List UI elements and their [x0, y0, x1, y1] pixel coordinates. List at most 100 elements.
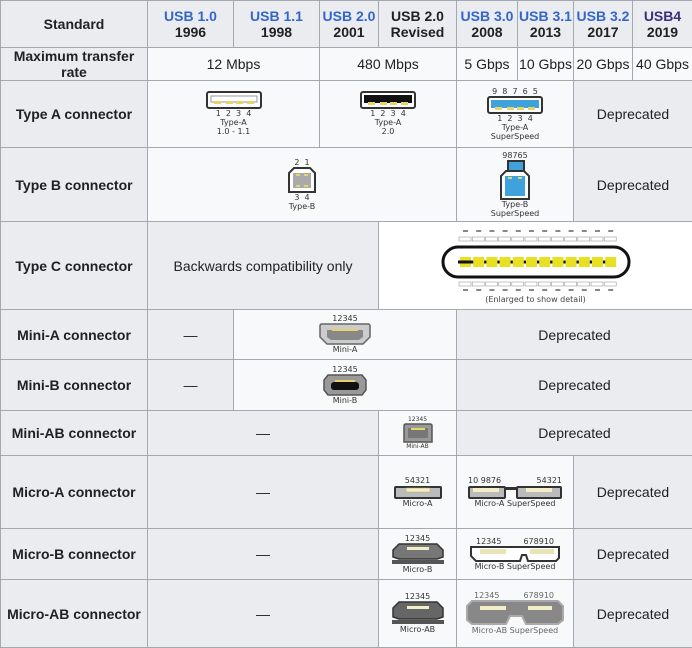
- connector-name: Type-A: [487, 123, 543, 132]
- status-deprecated: Deprecated: [457, 411, 692, 456]
- connector-sub: 2.0: [360, 127, 416, 136]
- type-c-pin-id-top: [595, 230, 600, 232]
- type-c-pin: [605, 257, 616, 267]
- pin-numbers: 12345: [391, 592, 445, 601]
- connector-name: Mini-A: [319, 345, 371, 354]
- rate-usb2: 480 Mbps: [320, 48, 457, 81]
- type-c-pin-label-top: [485, 237, 497, 241]
- type-c-pin-label-top: [551, 237, 563, 241]
- type-c-pin-id-bottom: [581, 289, 586, 291]
- row-label: Mini-A connector: [1, 310, 148, 360]
- type-c-pin: [512, 257, 523, 267]
- year: 1996: [148, 24, 233, 40]
- type-c-pin: [473, 257, 484, 267]
- row-label: Type B connector: [1, 148, 148, 222]
- pin-numbers-top: 98765: [491, 151, 540, 160]
- row-label: Micro-B connector: [1, 529, 148, 580]
- type-a-superspeed-figure-cell: 9 8 7 6 5 1 2 3 4 Type-A SuperSpeed: [457, 81, 574, 148]
- type-c-pin-label-bottom: [564, 282, 576, 286]
- mini-ab-row: Mini-AB connector — 12345 Mini-AB Deprec…: [1, 411, 692, 456]
- usb4-link[interactable]: USB4: [633, 8, 692, 24]
- row-label: Mini-B connector: [1, 360, 148, 411]
- type-c-pin-label-bottom: [604, 282, 616, 286]
- not-applicable-dash: —: [148, 529, 379, 580]
- connector-sub: SuperSpeed: [491, 209, 540, 218]
- header-row: Standard USB 1.0 1996 USB 1.1 1998 USB 2…: [1, 1, 692, 48]
- usb-1-0-link[interactable]: USB 1.0: [148, 8, 233, 24]
- type-c-pin-label-top: [472, 237, 484, 241]
- pin-numbers: 1 2 3 4: [360, 109, 416, 118]
- type-a-superspeed-connector-figure: 9 8 7 6 5 1 2 3 4 Type-A SuperSpeed: [487, 87, 543, 141]
- type-c-pin-id-top: [515, 230, 520, 232]
- micro-b-figure-cell: 12345 Micro-B: [379, 529, 457, 580]
- type-c-pin-id-bottom: [568, 289, 573, 291]
- type-c-pin: [499, 257, 510, 267]
- type-c-pin-id-bottom: [608, 289, 613, 291]
- not-applicable-dash: —: [148, 360, 234, 411]
- type-a-connector-icon: [360, 91, 416, 109]
- type-b-figure-cell: 2 1 3 4 Type-B: [148, 148, 457, 222]
- type-c-pin-id-top: [476, 230, 481, 232]
- rate-usb1: 12 Mbps: [148, 48, 320, 81]
- mini-b-figure-cell: 12345 Mini-B: [234, 360, 457, 411]
- pin-numbers: 10 9876 54321: [468, 476, 562, 485]
- type-c-pin-label-bottom: [485, 282, 497, 286]
- type-c-pin-id-bottom: [489, 289, 494, 291]
- type-a-1-connector-figure: 1 2 3 4 Type-A 1.0 - 1.1: [206, 91, 262, 136]
- micro-a-row: Micro-A connector — 54321 Micro-A 10 987…: [1, 456, 692, 529]
- connector-name: Mini-AB: [403, 443, 433, 450]
- pin-numbers-right: 678910: [523, 591, 554, 600]
- type-c-pin-id-top: [581, 230, 586, 232]
- type-c-pin-id-top: [542, 230, 547, 232]
- connector-sub: 1.0 - 1.1: [206, 127, 262, 136]
- status-deprecated: Deprecated: [574, 81, 692, 148]
- type-c-pin-label-top: [459, 237, 471, 241]
- usb-comparison-table: Standard USB 1.0 1996 USB 1.1 1998 USB 2…: [0, 0, 692, 648]
- transfer-rate-row: Maximum transfer rate 12 Mbps 480 Mbps 5…: [1, 48, 692, 81]
- pin-numbers: 12345: [403, 416, 433, 423]
- micro-ab-figure-cell: 12345 Micro-AB: [379, 580, 457, 648]
- type-b-row: Type B connector 2 1 3 4 Type-B 98765: [1, 148, 692, 222]
- type-c-pin-id-top: [568, 230, 573, 232]
- connector-name: Type-A: [206, 118, 262, 127]
- header-usb-3-0: USB 3.0 2008: [457, 1, 518, 48]
- type-c-pin-label-top: [591, 237, 603, 241]
- micro-a-superspeed-connector-icon: [468, 485, 562, 499]
- usb-1-1-link[interactable]: USB 1.1: [234, 8, 319, 24]
- mini-ab-connector-icon: [403, 423, 433, 443]
- rate-usb32: 20 Gbps: [574, 48, 633, 81]
- row-label: Maximum transfer rate: [1, 48, 148, 81]
- type-a-row: Type A connector 1 2 3 4 Type-A 1.0 - 1.…: [1, 81, 692, 148]
- micro-b-superspeed-connector-icon: [470, 546, 560, 562]
- type-c-pin-id-bottom: [476, 289, 481, 291]
- type-b-connector-icon: [288, 167, 316, 193]
- usb-3-1-link[interactable]: USB 3.1: [518, 8, 573, 24]
- usb-2-0-link[interactable]: USB 2.0: [320, 8, 378, 24]
- micro-a-superspeed-figure-cell: 10 9876 54321 Micro-A SuperSpeed: [457, 456, 574, 529]
- type-c-pin-id-bottom: [515, 289, 520, 291]
- type-c-pin-label-bottom: [591, 282, 603, 286]
- connector-name: Micro-A: [394, 499, 442, 508]
- type-a-2-figure-cell: 1 2 3 4 Type-A 2.0: [320, 81, 457, 148]
- mini-a-row: Mini-A connector — 12345 Mini-A Deprecat…: [1, 310, 692, 360]
- usb-3-2-link[interactable]: USB 3.2: [574, 8, 632, 24]
- header-usb-1-1: USB 1.1 1998: [234, 1, 320, 48]
- type-c-pin-label-bottom: [551, 282, 563, 286]
- type-c-connector-icon: [440, 227, 632, 295]
- pin-numbers: 3 4: [288, 193, 316, 202]
- pin-numbers-left: 10 9876: [468, 476, 501, 485]
- type-c-pin-label-top: [498, 237, 510, 241]
- year: 1998: [234, 24, 319, 40]
- pin-numbers: 1 2 3 4: [206, 109, 262, 118]
- type-c-connector-figure: (Enlarged to show detail): [440, 227, 632, 304]
- type-c-pin-id-top: [529, 230, 534, 232]
- connector-name: Micro-A SuperSpeed: [468, 499, 562, 508]
- pin-numbers-left: 12345: [476, 537, 501, 546]
- row-label: Micro-A connector: [1, 456, 148, 529]
- usb-3-0-link[interactable]: USB 3.0: [457, 8, 517, 24]
- type-a-1-figure-cell: 1 2 3 4 Type-A 1.0 - 1.1: [148, 81, 320, 148]
- header-usb-2-0-revised: USB 2.0 Revised: [379, 1, 457, 48]
- micro-a-connector-figure: 54321 Micro-A: [394, 476, 442, 508]
- micro-ab-superspeed-connector-figure: 12345 678910 Micro-AB SuperSpeed: [466, 591, 564, 635]
- status-deprecated: Deprecated: [574, 580, 692, 648]
